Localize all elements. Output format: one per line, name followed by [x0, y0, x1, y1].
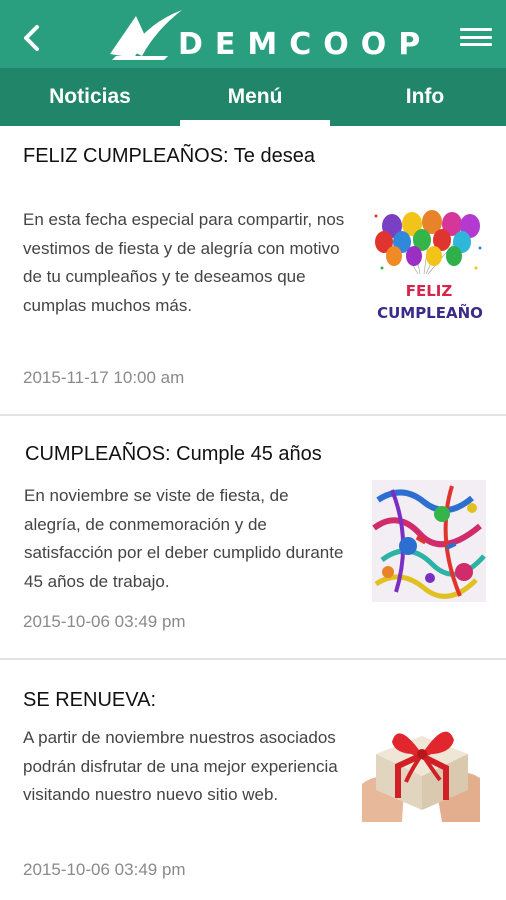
- back-button[interactable]: [14, 20, 50, 56]
- logo-text: DEMCOOP: [178, 27, 433, 62]
- news-title: CUMPLEAÑOS: Cumple 45 años: [25, 443, 322, 465]
- news-date: 2015-10-06 03:49 pm: [23, 612, 186, 631]
- tab-noticias[interactable]: Noticias: [0, 68, 180, 126]
- balloons-icon: FELIZ CUMPLEAÑO: [374, 210, 483, 322]
- news-title: SE RENUEVA:: [23, 689, 156, 711]
- news-body: A partir de noviembre nuestros asociados…: [23, 728, 338, 804]
- hamburger-menu-icon: [460, 28, 492, 31]
- app-header: DEMCOOP: [0, 0, 506, 68]
- item-divider: [0, 658, 506, 660]
- hamburger-menu-button[interactable]: [458, 22, 494, 52]
- svg-text:CUMPLEAÑO: CUMPLEAÑO: [377, 303, 483, 322]
- party-confetti-image: [372, 480, 486, 602]
- news-date: 2015-10-06 03:49 pm: [23, 860, 186, 879]
- item-divider: [0, 414, 506, 416]
- gift-icon: [362, 731, 480, 822]
- news-title: FELIZ CUMPLEAÑOS: Te desea: [23, 145, 315, 167]
- confetti-icon: [372, 480, 486, 602]
- news-date: 2015-11-17 10:00 am: [23, 368, 185, 387]
- birthday-balloons-image: FELIZ CUMPLEAÑO: [368, 204, 490, 328]
- news-body: En esta fecha especial para compartir, n…: [23, 210, 345, 315]
- tab-menu[interactable]: Menú: [180, 68, 330, 126]
- svg-text:FELIZ: FELIZ: [406, 282, 453, 300]
- chevron-left-icon: [24, 25, 39, 51]
- news-feed[interactable]: FELIZ CUMPLEAÑOS: Te desea En esta fecha…: [0, 126, 506, 900]
- tab-bar: Noticias Menú Info: [0, 68, 506, 126]
- tab-info[interactable]: Info: [345, 68, 505, 126]
- logo-mark-icon: [110, 10, 182, 60]
- news-body: En noviembre se viste de fiesta, de aleg…: [24, 486, 344, 591]
- gift-box-image: [362, 698, 480, 822]
- app-logo: DEMCOOP: [106, 8, 420, 64]
